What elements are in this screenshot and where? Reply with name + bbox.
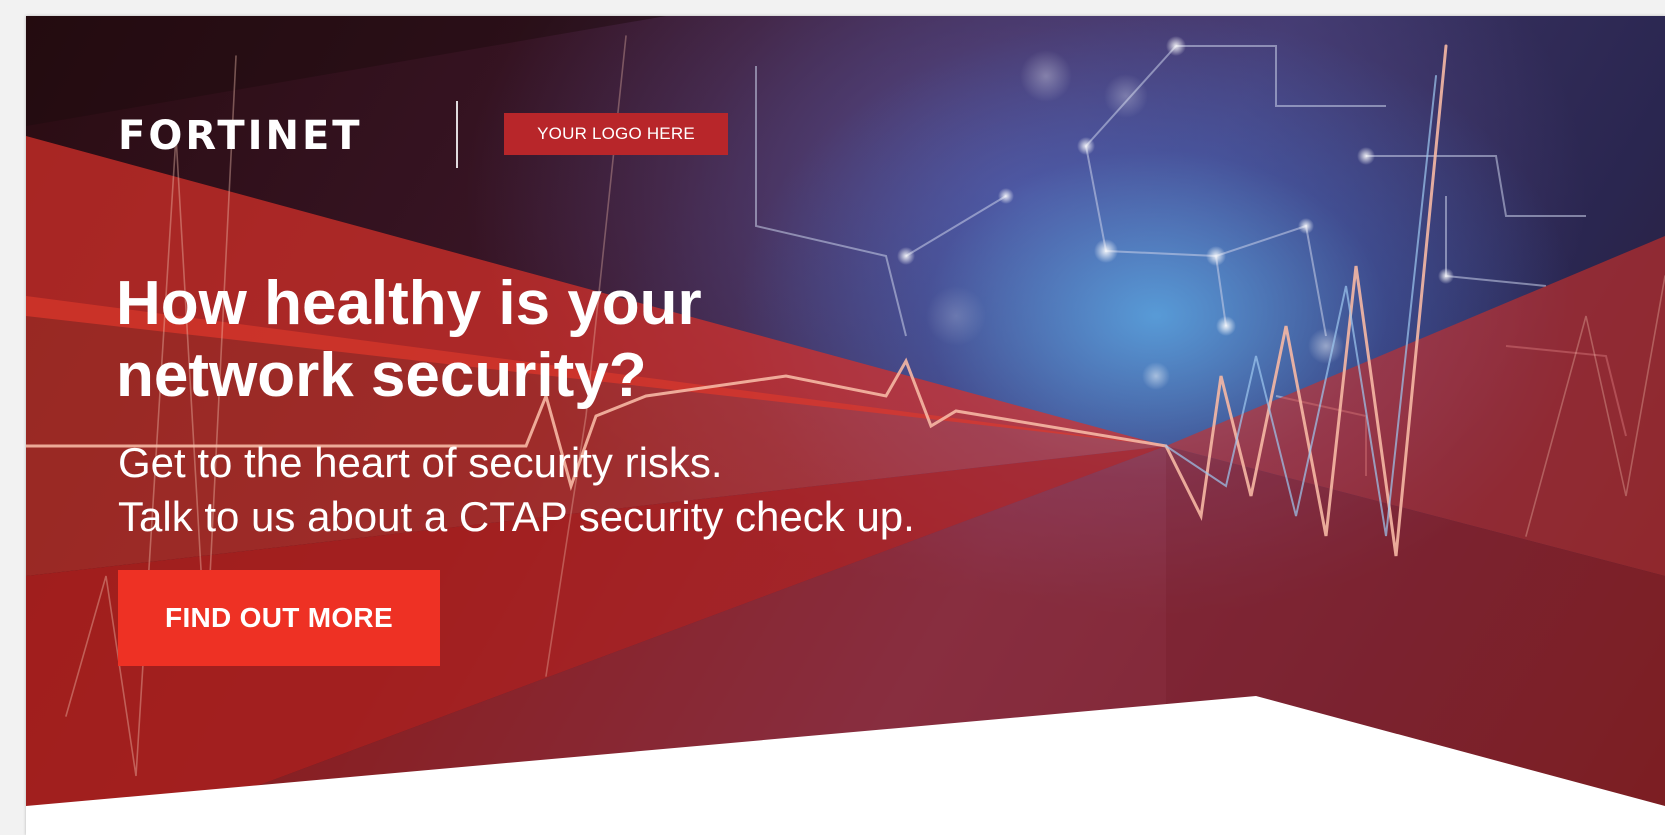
fortinet-logo: FORTINET [118, 113, 363, 159]
headline-line-2: network security? [116, 341, 647, 410]
email-banner-card: FORTINET YOUR LOGO HERE How healthy is y… [26, 16, 1665, 835]
hero-banner: FORTINET YOUR LOGO HERE How healthy is y… [26, 16, 1665, 835]
subhead-line-1: Get to the heart of security risks. [118, 439, 723, 486]
find-out-more-button[interactable]: FIND OUT MORE [118, 570, 440, 666]
brand-lockup: FORTINET [118, 116, 363, 156]
data-nodes [897, 36, 1454, 390]
hero-headline: How healthy is your network security? [116, 268, 916, 412]
partner-logo-placeholder: YOUR LOGO HERE [504, 113, 728, 155]
logo-divider [456, 101, 458, 168]
headline-line-1: How healthy is your [116, 269, 702, 338]
subhead-line-2: Talk to us about a CTAP security check u… [118, 493, 915, 540]
hero-subheadline: Get to the heart of security risks. Talk… [118, 436, 1118, 544]
